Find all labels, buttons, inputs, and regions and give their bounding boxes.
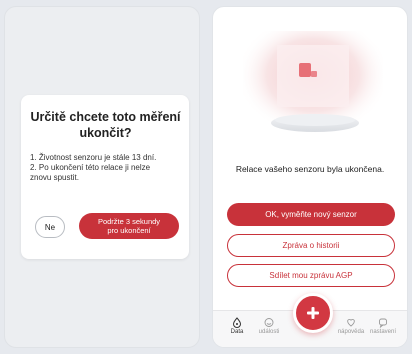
nav-events-label: události xyxy=(258,329,280,335)
smile-icon xyxy=(264,318,274,327)
dialog-title-line1: Určitě chcete toto měření xyxy=(30,110,181,124)
add-button[interactable] xyxy=(293,293,333,333)
chat-icon xyxy=(379,318,387,328)
share-agp-button[interactable]: Sdílet mou zprávu AGP xyxy=(227,264,395,287)
sensor-illustration xyxy=(243,31,383,141)
session-ended-message: Relace vašeho senzoru byla ukončena. xyxy=(235,164,385,174)
dialog-line2a: 2. Po ukončení této relace ji nelze xyxy=(30,163,151,172)
heart-icon xyxy=(347,318,355,327)
hold-label-line2: pro ukončení xyxy=(107,226,151,235)
nav-help[interactable]: nápověda xyxy=(333,317,369,335)
hold-label-line1: Podržte 3 sekundy xyxy=(97,217,161,226)
replace-sensor-button[interactable]: OK, vyměňte nový senzor xyxy=(227,203,395,226)
no-button[interactable]: Ne xyxy=(35,216,65,238)
end-session-screen: Určitě chcete toto měření ukončit? 1. Ži… xyxy=(4,6,200,348)
dialog-actions: Ne Podržte 3 sekundy pro ukončení xyxy=(33,213,179,239)
session-ended-screen: Relace vašeho senzoru byla ukončena. OK,… xyxy=(212,6,408,348)
nav-settings-label: nastavení xyxy=(369,329,397,335)
history-report-button[interactable]: Zpráva o historii xyxy=(227,234,395,257)
drop-icon xyxy=(232,317,242,328)
hold-to-end-button[interactable]: Podržte 3 sekundy pro ukončení xyxy=(79,213,179,239)
plus-icon xyxy=(307,307,319,319)
dialog-title: Určitě chcete toto měření ukončit? xyxy=(30,109,181,141)
nav-settings[interactable]: nastavení xyxy=(365,317,401,335)
nav-data[interactable]: Data xyxy=(219,317,255,335)
dialog-line1: 1. Životnost senzoru je stále 13 dní. xyxy=(30,153,157,162)
nav-help-label: nápověda xyxy=(337,329,365,335)
nav-events[interactable]: události xyxy=(251,317,287,335)
nav-data-label: Data xyxy=(230,329,244,335)
dialog-title-line2: ukončit? xyxy=(79,126,132,140)
dialog-line2b: znovu spustit. xyxy=(30,173,79,182)
end-session-dialog: Určitě chcete toto měření ukončit? 1. Ži… xyxy=(21,95,189,259)
bottom-nav: Data události nápověda nastavení xyxy=(213,293,407,347)
